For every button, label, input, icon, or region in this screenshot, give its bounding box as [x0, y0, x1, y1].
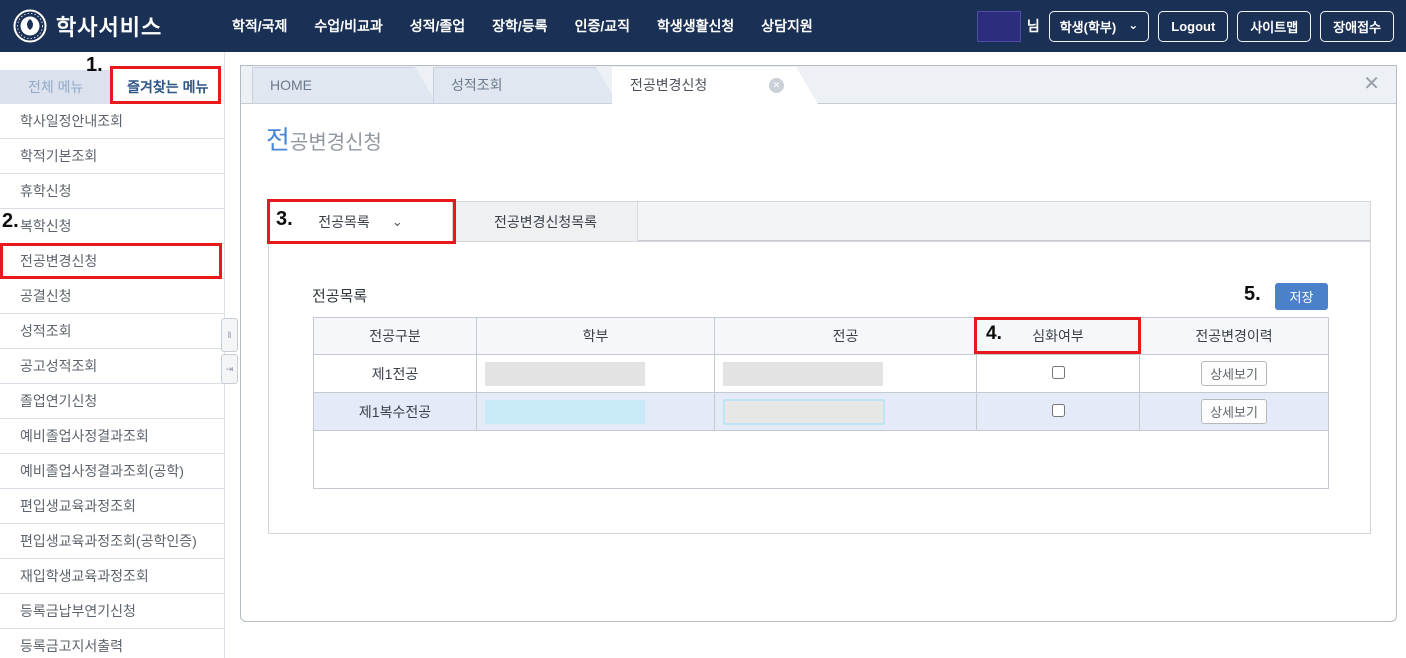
page-title-first-char: 전: [266, 125, 290, 155]
role-select-value: 학생(학부): [1060, 17, 1117, 36]
redacted-value: [723, 362, 883, 386]
sidebar-item-transfer-curriculum-eng[interactable]: 편입생교육과정조회(공학인증): [0, 524, 224, 559]
cell-major: [715, 393, 977, 431]
sidebar-item-tuition-bill[interactable]: 등록금고지서출력: [0, 629, 224, 658]
sidebar-item-pregrad-result[interactable]: 예비졸업사정결과조회: [0, 419, 224, 454]
advanced-checkbox[interactable]: [1052, 366, 1065, 379]
menu-item-sueop[interactable]: 수업/비교과: [314, 16, 382, 36]
sidebar-item-schedule[interactable]: 학사일정안내조회: [0, 104, 224, 139]
support-button[interactable]: 장애접수: [1320, 11, 1394, 42]
redacted-value: [485, 362, 645, 386]
page-title-rest: 공변경신청: [290, 132, 382, 154]
detail-view-button[interactable]: 상세보기: [1201, 399, 1267, 424]
advanced-checkbox[interactable]: [1052, 404, 1065, 417]
cell-category: 제1복수전공: [314, 393, 477, 431]
col-header-major: 전공: [715, 318, 977, 355]
section-title: 전공목록: [312, 285, 367, 306]
annotation-number-2: 2.: [2, 210, 19, 233]
sidebar-item-absence[interactable]: 공결신청: [0, 279, 224, 314]
major-table: 전공구분 학부 전공 심화여부 전공변경이력 제1전공 상세보기 제1복수전공: [313, 317, 1329, 489]
sidebar-menu: 학사일정안내조회 학적기본조회 휴학신청 복학신청 전공변경신청 공결신청 성적…: [0, 104, 224, 658]
cell-history: 상세보기: [1140, 355, 1329, 393]
tab-change-request-list[interactable]: 전공변경신청목록: [454, 202, 638, 241]
table-empty-area: [314, 431, 1329, 489]
sidebar-item-grades[interactable]: 성적조회: [0, 314, 224, 349]
page-title: 전공변경신청: [266, 120, 382, 157]
save-button[interactable]: 저장: [1275, 283, 1328, 310]
window-tab-bar: HOME 성적조회 전공변경신청 ✕ ✕: [241, 66, 1396, 104]
sidebar-item-posted-grades[interactable]: 공고성적조회: [0, 349, 224, 384]
navbar-user-area: 님 학생(학부) ⌄ Logout 사이트맵 장애접수: [977, 0, 1394, 52]
sidebar-item-record[interactable]: 학적기본조회: [0, 139, 224, 174]
menu-item-saenghwal[interactable]: 학생생활신청: [657, 16, 734, 36]
col-header-faculty: 학부: [477, 318, 715, 355]
tab-change-request-label: 전공변경신청목록: [494, 212, 597, 232]
user-name-redacted: [977, 11, 1021, 42]
sidebar-item-transfer-curriculum[interactable]: 편입생교육과정조회: [0, 489, 224, 524]
user-suffix-label: 님: [1027, 16, 1040, 36]
sidebar-item-leave[interactable]: 휴학신청: [0, 174, 224, 209]
col-header-history: 전공변경이력: [1140, 318, 1329, 355]
chevron-down-icon: ⌄: [1128, 19, 1138, 31]
sidebar: 전체 메뉴 즐겨찾는 메뉴 학사일정안내조회 학적기본조회 휴학신청 복학신청 …: [0, 52, 225, 658]
menu-item-hakjeok[interactable]: 학적/국제: [232, 16, 287, 36]
menu-item-janghak[interactable]: 장학/등록: [492, 16, 547, 36]
cell-faculty: [477, 355, 715, 393]
logout-button[interactable]: Logout: [1158, 11, 1228, 42]
sidebar-tabs: 전체 메뉴 즐겨찾는 메뉴: [0, 70, 224, 104]
window-tab-grades[interactable]: 성적조회: [433, 67, 618, 104]
sidebar-item-return[interactable]: 복학신청: [0, 209, 224, 244]
chevron-down-icon: ⌄: [392, 214, 403, 230]
annotation-number-4: 4.: [986, 323, 1002, 345]
top-navbar: 학사서비스 학적/국제 수업/비교과 성적/졸업 장학/등록 인증/교직 학생생…: [0, 0, 1406, 52]
window-tab-home[interactable]: HOME: [252, 67, 437, 104]
content-tab-bar: 전공목록 ⌄ 전공변경신청목록 3.: [268, 201, 1371, 241]
annotation-number-3: 3.: [276, 208, 293, 231]
close-icon[interactable]: ✕: [1363, 74, 1380, 94]
global-menu: 학적/국제 수업/비교과 성적/졸업 장학/등록 인증/교직 학생생활신청 상담…: [232, 16, 813, 36]
cell-history: 상세보기: [1140, 393, 1329, 431]
menu-item-injeung[interactable]: 인증/교직: [575, 16, 630, 36]
annotation-number-1: 1.: [86, 54, 103, 77]
sidebar-item-readmit-curriculum[interactable]: 재입학생교육과정조회: [0, 559, 224, 594]
sitemap-button[interactable]: 사이트맵: [1237, 11, 1311, 42]
sidebar-resize-handle[interactable]: ‖: [221, 318, 238, 352]
sidebar-item-major-change[interactable]: 전공변경신청: [0, 244, 224, 279]
window-tab-label: 전공변경신청: [630, 77, 707, 93]
app-title: 학사서비스: [56, 10, 162, 42]
cell-faculty: [477, 393, 715, 431]
tab-major-list-label: 전공목록: [318, 212, 370, 232]
sidebar-collapse-button[interactable]: ⇥: [221, 354, 238, 384]
tab-close-icon[interactable]: ✕: [769, 78, 784, 93]
main-content-window: HOME 성적조회 전공변경신청 ✕ ✕ 전공변경신청 전공목록 ⌄ 전공변경신…: [240, 65, 1397, 622]
cell-major: [715, 355, 977, 393]
sidebar-item-grad-defer[interactable]: 졸업연기신청: [0, 384, 224, 419]
major-list-panel: 전공목록 5. 저장 전공구분 학부 전공 심화여부 전공변경이력 제1전공 상…: [268, 241, 1371, 534]
role-select[interactable]: 학생(학부) ⌄: [1049, 11, 1150, 42]
menu-item-seongjeok[interactable]: 성적/졸업: [410, 16, 465, 36]
window-tab-major-change[interactable]: 전공변경신청 ✕: [612, 67, 818, 104]
sidebar-item-tuition-defer[interactable]: 등록금납부연기신청: [0, 594, 224, 629]
sidebar-tab-favorites[interactable]: 즐겨찾는 메뉴: [112, 70, 225, 104]
sidebar-item-pregrad-result-eng[interactable]: 예비졸업사정결과조회(공학): [0, 454, 224, 489]
detail-view-button[interactable]: 상세보기: [1201, 361, 1267, 386]
table-row: 제1복수전공 상세보기: [314, 393, 1329, 431]
menu-item-sangdam[interactable]: 상담지원: [761, 16, 813, 36]
cell-advanced: [977, 355, 1140, 393]
redacted-value-focused: [723, 399, 885, 425]
table-header-row: 전공구분 학부 전공 심화여부 전공변경이력: [314, 318, 1329, 355]
university-emblem-icon: [13, 9, 47, 43]
cell-category: 제1전공: [314, 355, 477, 393]
major-table-wrap: 전공구분 학부 전공 심화여부 전공변경이력 제1전공 상세보기 제1복수전공: [313, 317, 1329, 489]
table-row: 제1전공 상세보기: [314, 355, 1329, 393]
annotation-number-5: 5.: [1244, 283, 1261, 306]
tab-major-list[interactable]: 전공목록 ⌄: [269, 202, 453, 242]
redacted-value-selected: [485, 400, 645, 424]
cell-advanced: [977, 393, 1140, 431]
col-header-category: 전공구분: [314, 318, 477, 355]
brand: 학사서비스: [0, 9, 232, 43]
